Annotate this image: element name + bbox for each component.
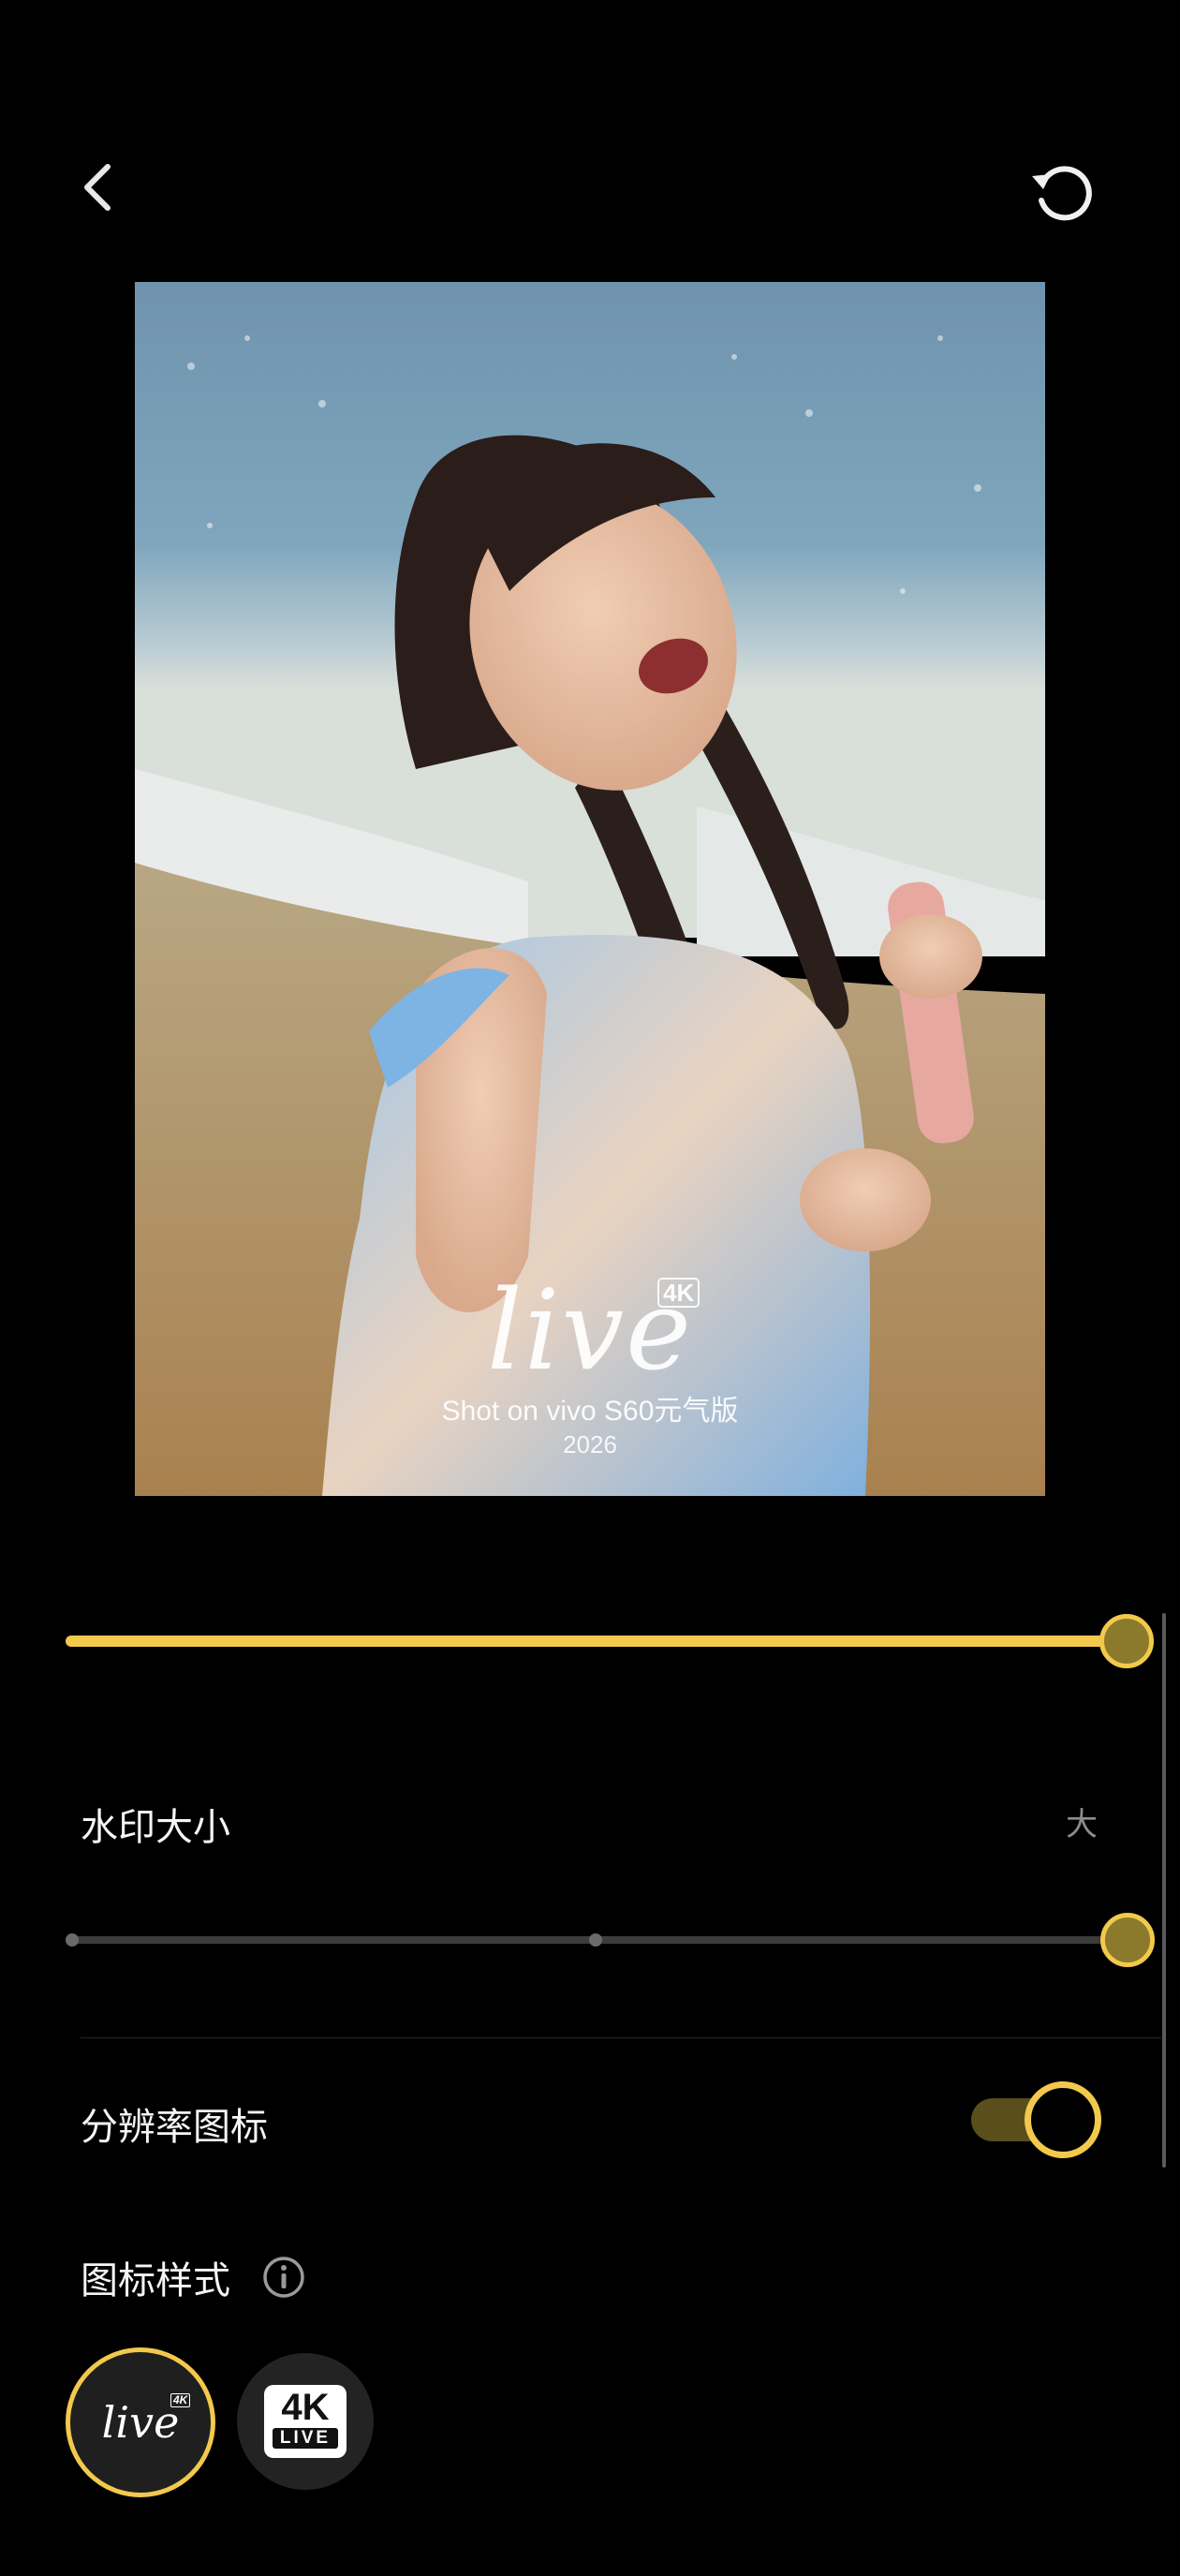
- live-script-icon: live 4K: [102, 2393, 191, 2448]
- icon-style-label: 图标样式: [81, 2260, 230, 2302]
- icon-style-option-4k-live[interactable]: 4K LIVE: [237, 2353, 374, 2490]
- watermark-shot-on-text: Shot on vivo S60元气版: [441, 1396, 739, 1427]
- reset-icon: [1032, 166, 1092, 221]
- watermark-slider-track[interactable]: [66, 1636, 1127, 1647]
- info-icon[interactable]: [262, 2256, 305, 2299]
- watermark-year: 2026: [563, 1430, 617, 1458]
- icon-style-option-live[interactable]: live 4K: [66, 2347, 215, 2497]
- resolution-icon-label: 分辨率图标: [81, 2107, 268, 2148]
- resolution-icon-toggle-knob[interactable]: [1025, 2081, 1101, 2158]
- back-button[interactable]: [66, 155, 131, 220]
- watermark-size-value: 大: [1066, 1807, 1098, 1843]
- watermark-4k-badge: 4K: [657, 1278, 701, 1308]
- reset-button[interactable]: [1025, 155, 1100, 229]
- 4k-live-badge-icon: 4K LIVE: [264, 2385, 347, 2458]
- divider: [81, 2037, 1161, 2038]
- size-slider-tick-start: [66, 1933, 79, 1947]
- opt-4k-badge: 4K: [170, 2393, 191, 2407]
- watermark-size-label: 水印大小: [81, 1807, 230, 1848]
- watermark-live-script: live: [487, 1266, 693, 1395]
- scrollbar[interactable]: [1162, 1613, 1166, 2168]
- chevron-left-icon: [84, 164, 111, 211]
- badge-live-text: LIVE: [273, 2428, 338, 2449]
- watermark-size-slider-thumb[interactable]: [1100, 1913, 1155, 1967]
- badge-4k-text: 4K: [281, 2387, 330, 2428]
- photo-preview: live 4K Shot on vivo S60元气版 2026: [135, 282, 1045, 1496]
- size-slider-tick-middle: [589, 1933, 602, 1947]
- watermark-slider-thumb[interactable]: [1099, 1614, 1154, 1668]
